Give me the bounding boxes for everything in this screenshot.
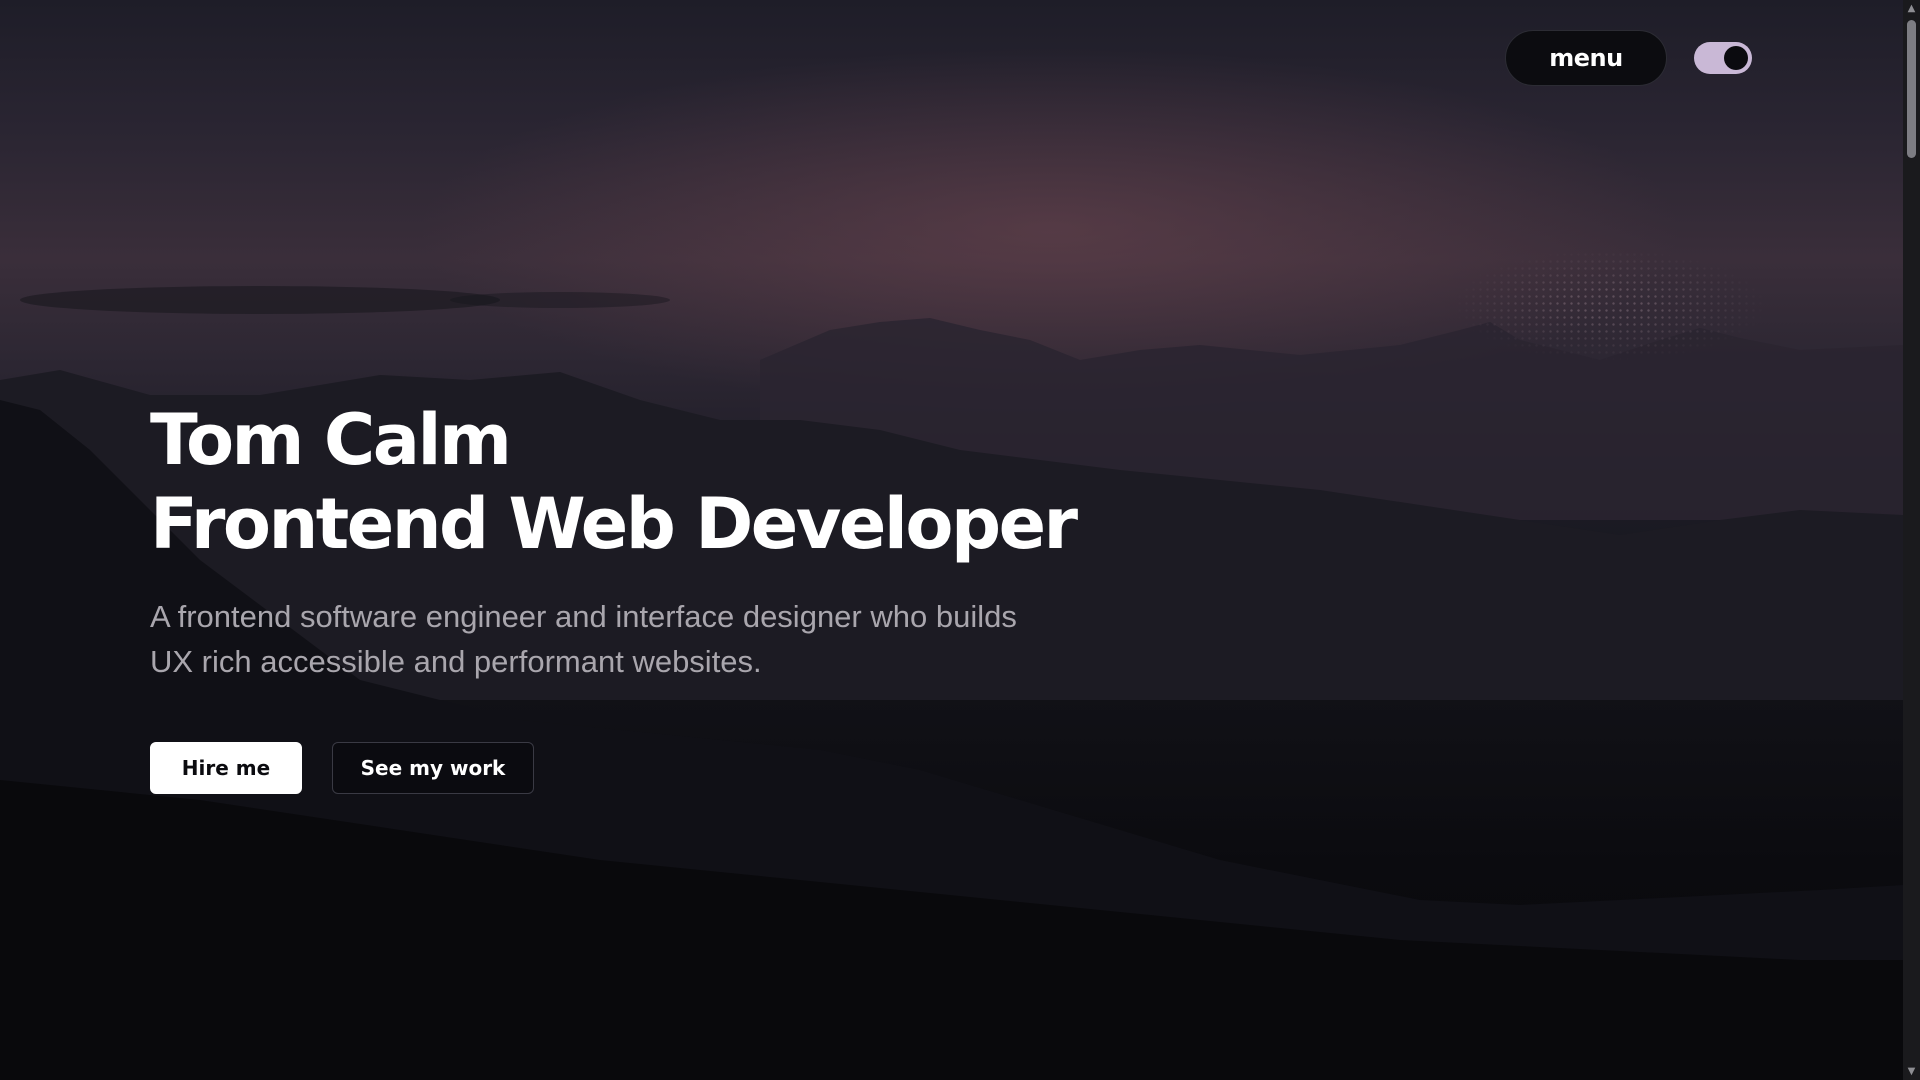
toggle-knob (1724, 46, 1748, 70)
hero-role: Frontend Web Developer (150, 483, 1078, 565)
up-arrow-icon[interactable]: ▲ (1903, 0, 1920, 17)
hero-actions: Hire me See my work (150, 742, 1150, 794)
hero-description: A frontend software engineer and interfa… (150, 599, 1017, 679)
hero-heading: Tom Calm Frontend Web Developer (150, 398, 1150, 566)
menu-button[interactable]: menu (1505, 30, 1667, 86)
down-arrow-icon[interactable]: ▼ (1903, 1063, 1920, 1080)
scrollbar-thumb[interactable] (1907, 20, 1916, 158)
hero-section: Tom Calm Frontend Web Developer A fronte… (150, 398, 1150, 794)
hero-name: Tom Calm (150, 399, 512, 481)
theme-toggle-switch[interactable] (1694, 42, 1752, 74)
dotted-haze-decoration (1400, 230, 1820, 380)
hire-me-button[interactable]: Hire me (150, 742, 302, 794)
vertical-scrollbar[interactable]: ▲ ▼ (1903, 0, 1920, 1080)
see-my-work-button[interactable]: See my work (332, 742, 534, 794)
